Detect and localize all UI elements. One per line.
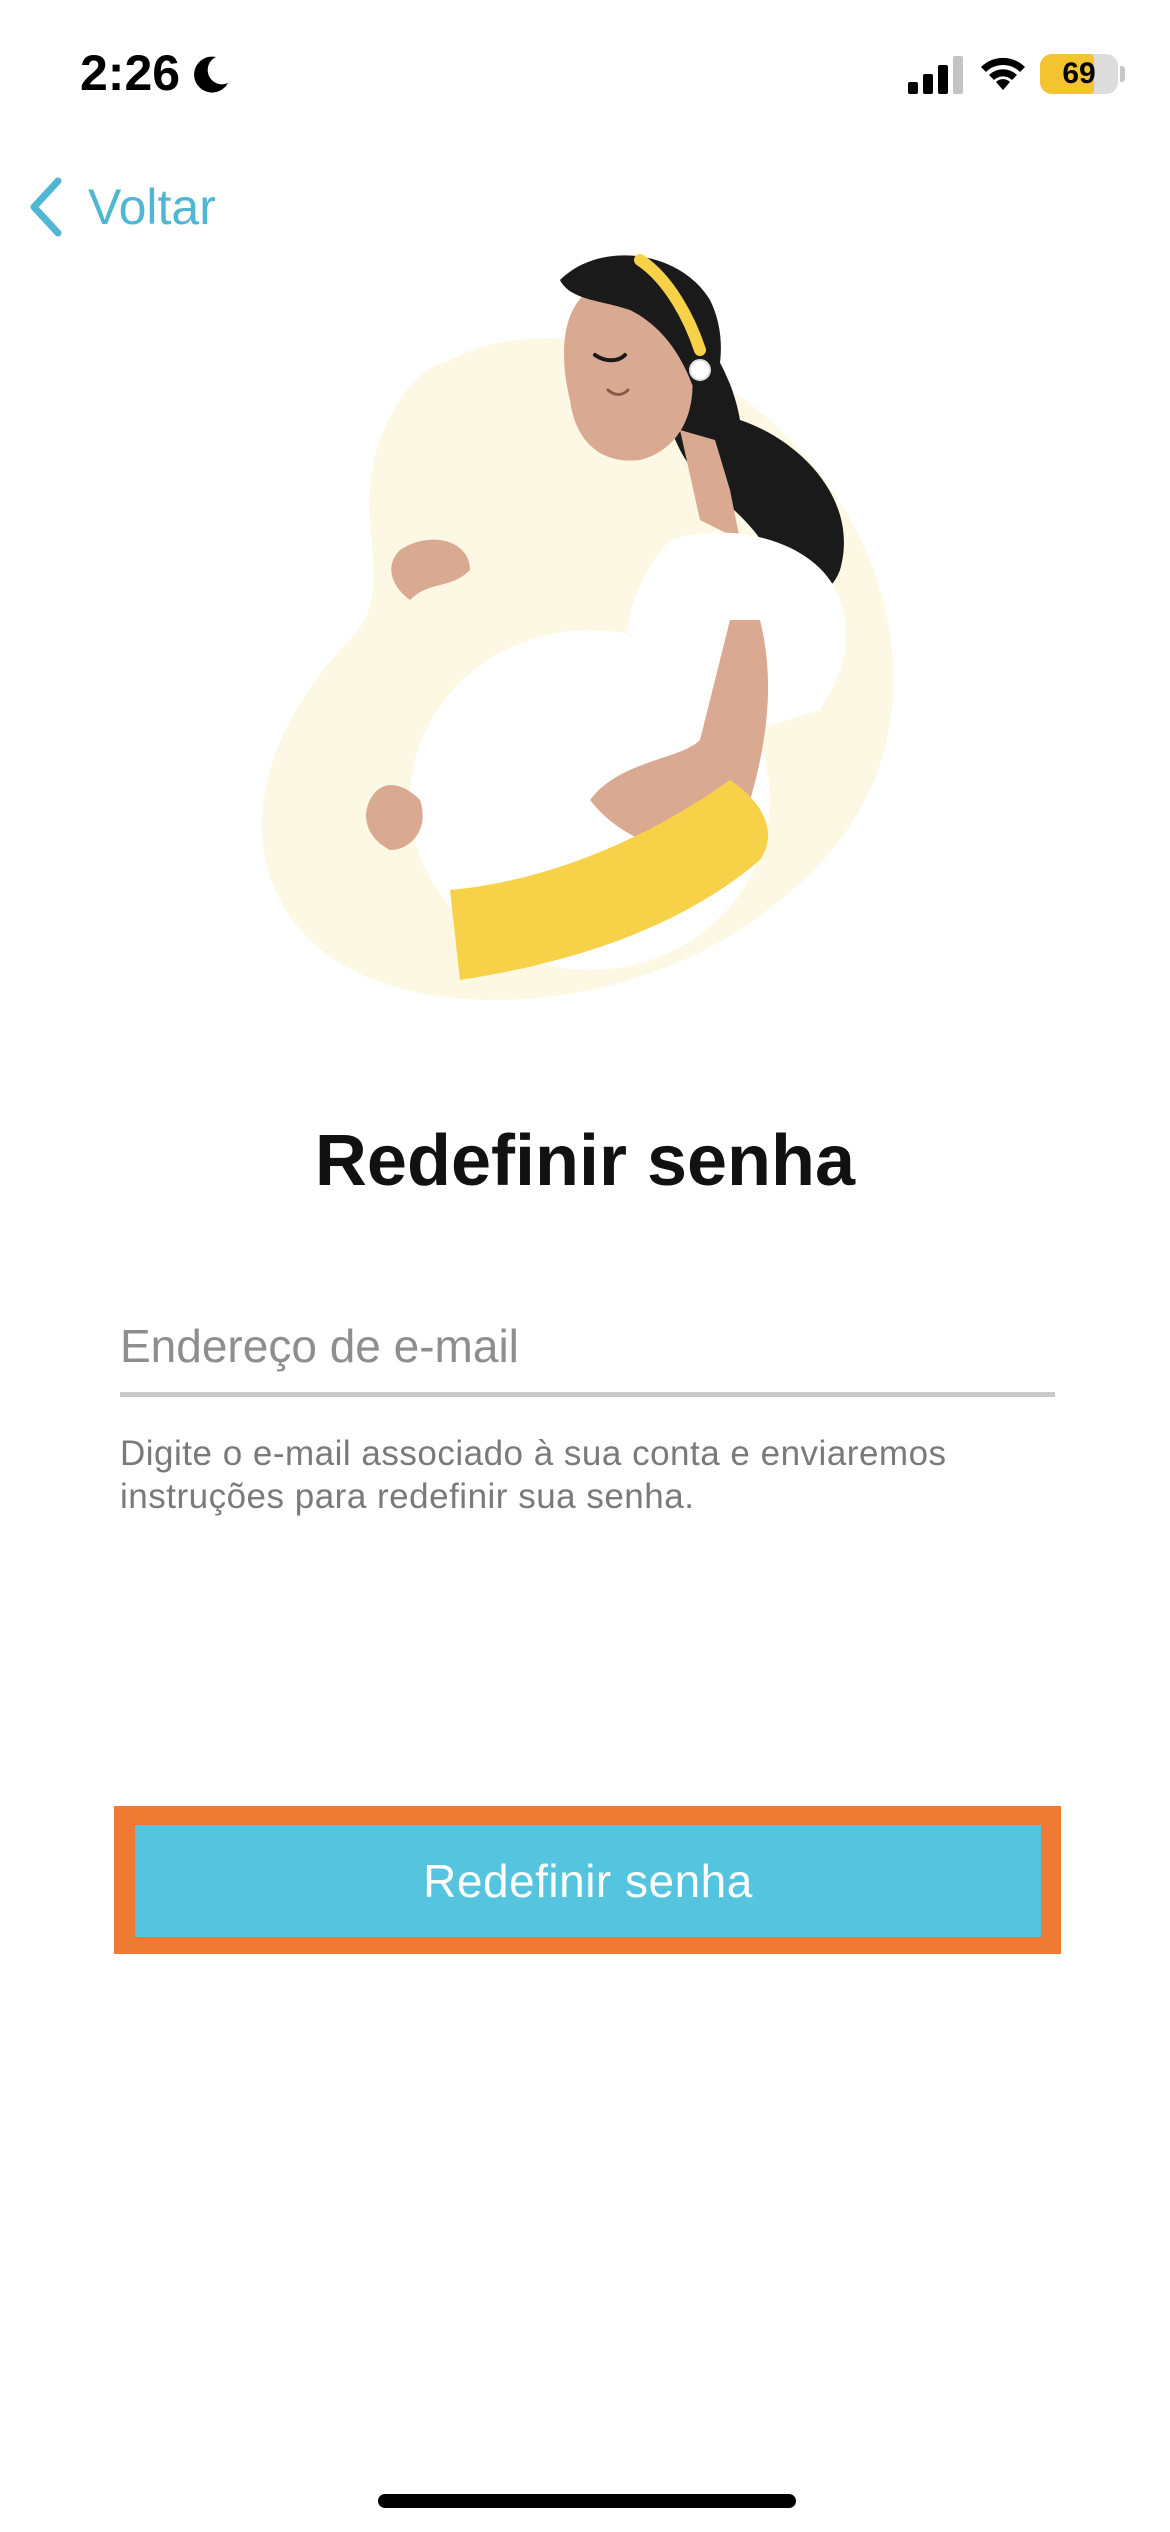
battery-nub — [1120, 66, 1125, 82]
back-button[interactable]: Voltar — [24, 172, 216, 242]
status-time: 2:26 — [80, 45, 181, 101]
email-field[interactable] — [120, 1300, 1055, 1397]
home-indicator[interactable] — [378, 2494, 796, 2508]
battery-icon: 69 — [1040, 54, 1118, 94]
battery-level: 69 — [1062, 57, 1096, 90]
page-title: Redefinir senha — [314, 1121, 856, 1201]
cellular-signal-icon — [908, 56, 963, 94]
wifi-icon — [981, 57, 1025, 90]
email-helper-text: Digite o e-mail associado à sua conta e … — [120, 1434, 947, 1516]
moon-icon — [194, 56, 228, 93]
back-label: Voltar — [88, 179, 216, 235]
reset-password-screen: 2:26 69 Voltar Redefinir senha Endereço … — [0, 0, 1170, 2532]
chevron-left-icon — [30, 177, 62, 237]
pregnant-woman-illustration — [262, 254, 894, 1000]
reset-password-button[interactable]: Redefinir senha — [135, 1825, 1041, 1937]
